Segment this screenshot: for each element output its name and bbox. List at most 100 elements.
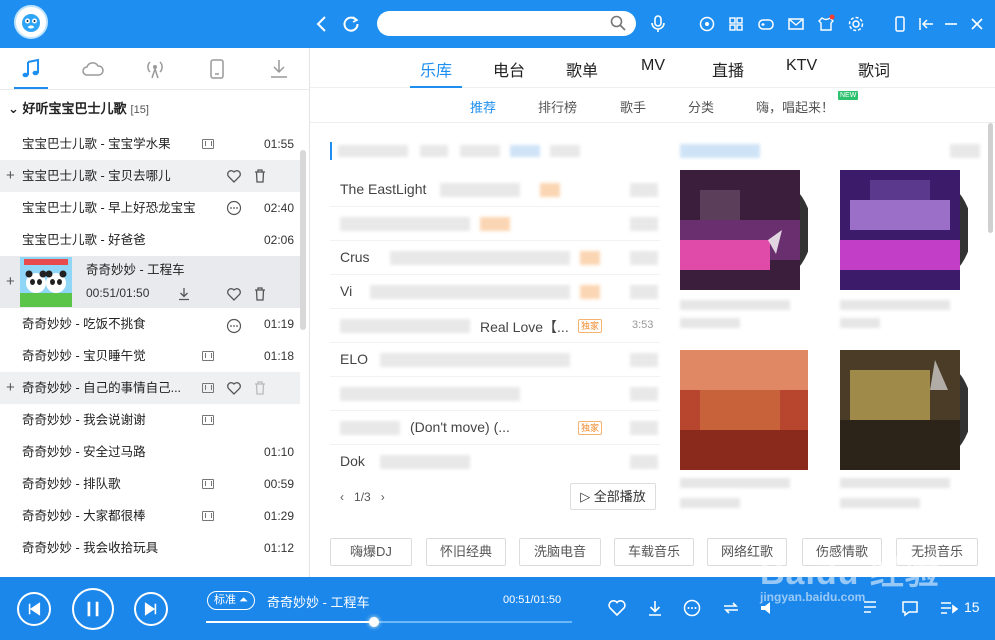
repeat-icon[interactable]	[721, 598, 741, 618]
cloud-icon[interactable]	[81, 58, 105, 80]
new-song-row[interactable]: ELO	[330, 343, 660, 377]
new-song-row[interactable]: Real Love【... 独家 3:53	[330, 309, 660, 343]
heart-icon[interactable]	[607, 598, 627, 618]
microphone-icon[interactable]	[648, 14, 668, 34]
close-icon[interactable]	[967, 14, 987, 34]
subtab-sing-along[interactable]: 嗨，唱起来！	[756, 97, 834, 116]
gamepad-icon[interactable]	[756, 14, 776, 34]
download-icon[interactable]	[176, 286, 192, 302]
album-card[interactable]	[680, 350, 808, 470]
album-card[interactable]	[680, 170, 808, 290]
song-row[interactable]: 奇奇妙妙 - 宝贝睡午觉 01:18	[0, 340, 300, 372]
category-edm[interactable]: 洗脑电音	[519, 538, 601, 566]
song-duration: 01:12	[263, 541, 294, 555]
music-note-icon[interactable]	[19, 58, 43, 80]
playlist-icon[interactable]	[938, 598, 958, 618]
next-track-button[interactable]	[134, 592, 168, 626]
apps-grid-icon[interactable]	[726, 14, 746, 34]
quality-selector[interactable]: 标准 ⏶	[207, 591, 255, 610]
add-icon[interactable]: +	[6, 160, 15, 192]
category-classic[interactable]: 怀旧经典	[426, 538, 506, 566]
download-icon[interactable]	[267, 58, 291, 80]
gear-icon[interactable]	[846, 14, 866, 34]
new-song-row[interactable]: Vi	[330, 275, 660, 309]
search-input[interactable]	[377, 11, 636, 36]
playlist-scrollbar[interactable]	[300, 150, 306, 330]
subtab-charts[interactable]: 排行榜	[538, 97, 577, 116]
song-row[interactable]: 宝宝巴士儿歌 - 早上好恐龙宝宝 02:40	[0, 192, 300, 224]
heart-icon[interactable]	[226, 168, 242, 184]
blurred-text	[630, 353, 658, 367]
mv-icon[interactable]	[202, 139, 214, 149]
play-all-button[interactable]: ▷ 全部播放	[570, 483, 656, 510]
back-icon[interactable]	[312, 14, 332, 34]
tab-library[interactable]: 乐库	[420, 57, 452, 81]
mini-mode-icon[interactable]	[916, 14, 936, 34]
song-row[interactable]: 奇奇妙妙 - 吃饭不挑食 01:19	[0, 308, 300, 340]
song-row[interactable]: + 奇奇妙妙 - 自己的事情自己...	[0, 372, 300, 404]
prev-page-icon[interactable]: ‹	[340, 490, 344, 504]
song-row[interactable]: 奇奇妙妙 - 我会收拾玩具 01:12	[0, 532, 300, 564]
trash-icon[interactable]	[252, 286, 268, 302]
mv-icon[interactable]	[202, 415, 214, 425]
tab-radio[interactable]: 电台	[493, 57, 525, 81]
new-song-row[interactable]	[330, 377, 660, 411]
refresh-icon[interactable]	[341, 14, 361, 34]
category-car[interactable]: 车载音乐	[614, 538, 694, 566]
radio-icon[interactable]	[143, 58, 167, 80]
subtab-recommend[interactable]: 推荐	[470, 97, 496, 116]
trash-icon[interactable]	[252, 168, 268, 184]
mail-icon[interactable]	[786, 14, 806, 34]
tab-ktv[interactable]: KTV	[786, 57, 817, 75]
target-icon[interactable]	[697, 14, 717, 34]
new-song-row[interactable]: Crus	[330, 241, 660, 275]
download-icon[interactable]	[645, 598, 665, 618]
playlist-title: 好听宝宝巴士儿歌	[22, 101, 127, 116]
search-icon[interactable]	[609, 14, 627, 32]
category-dj[interactable]: 嗨爆DJ	[330, 538, 412, 566]
add-icon[interactable]: +	[6, 372, 15, 404]
subtab-singers[interactable]: 歌手	[620, 97, 646, 116]
tab-lyrics[interactable]: 歌词	[858, 57, 890, 81]
tab-playlists[interactable]: 歌单	[566, 57, 598, 81]
song-actions	[226, 380, 278, 396]
previous-track-button[interactable]	[17, 592, 51, 626]
song-row[interactable]: 奇奇妙妙 - 我会说谢谢	[0, 404, 300, 436]
song-row[interactable]: 奇奇妙妙 - 排队歌 00:59	[0, 468, 300, 500]
song-row[interactable]: + 宝宝巴士儿歌 - 宝贝去哪儿	[0, 160, 300, 216]
playlist-header[interactable]: ⌄ 好听宝宝巴士儿歌 [15]	[8, 98, 149, 117]
mv-icon[interactable]	[202, 479, 214, 489]
minimize-icon[interactable]	[941, 14, 961, 34]
song-row[interactable]: 宝宝巴士儿歌 - 好爸爸 02:06	[0, 224, 300, 256]
song-row[interactable]: 宝宝巴士儿歌 - 宝宝学水果 01:55	[0, 128, 300, 160]
album-card[interactable]	[840, 170, 968, 290]
skin-icon[interactable]	[816, 14, 836, 34]
new-song-row[interactable]: Dok	[330, 445, 660, 479]
device-icon[interactable]	[205, 58, 229, 80]
new-song-row[interactable]: (Don't move) (... 独家	[330, 411, 660, 445]
mv-icon[interactable]	[202, 511, 214, 521]
heart-icon[interactable]	[226, 380, 242, 396]
song-row[interactable]: 奇奇妙妙 - 大家都很棒 01:29	[0, 500, 300, 532]
song-row-playing[interactable]: + 奇奇妙妙 - 工程车 00:51/01:50	[0, 256, 300, 334]
mv-icon[interactable]	[202, 383, 214, 393]
add-icon[interactable]: +	[6, 266, 15, 298]
more-icon[interactable]	[682, 598, 702, 618]
pause-button[interactable]	[72, 588, 114, 630]
tab-mv[interactable]: MV	[641, 57, 665, 75]
album-card[interactable]	[840, 350, 968, 470]
library-scrollbar[interactable]	[988, 123, 993, 233]
new-song-row[interactable]: The EastLight	[330, 173, 660, 207]
new-song-row[interactable]	[330, 207, 660, 241]
app-logo[interactable]	[14, 5, 48, 39]
progress-knob[interactable]	[369, 617, 380, 627]
subtab-categories[interactable]: 分类	[688, 97, 714, 116]
song-row[interactable]: 奇奇妙妙 - 安全过马路 01:10	[0, 436, 300, 468]
mobile-icon[interactable]	[890, 14, 910, 34]
mv-icon[interactable]	[202, 351, 214, 361]
tab-live[interactable]: 直播	[712, 57, 744, 81]
progress-track[interactable]	[206, 617, 572, 627]
heart-icon[interactable]	[226, 286, 242, 302]
next-page-icon[interactable]: ›	[381, 490, 385, 504]
trash-icon[interactable]	[252, 380, 268, 396]
